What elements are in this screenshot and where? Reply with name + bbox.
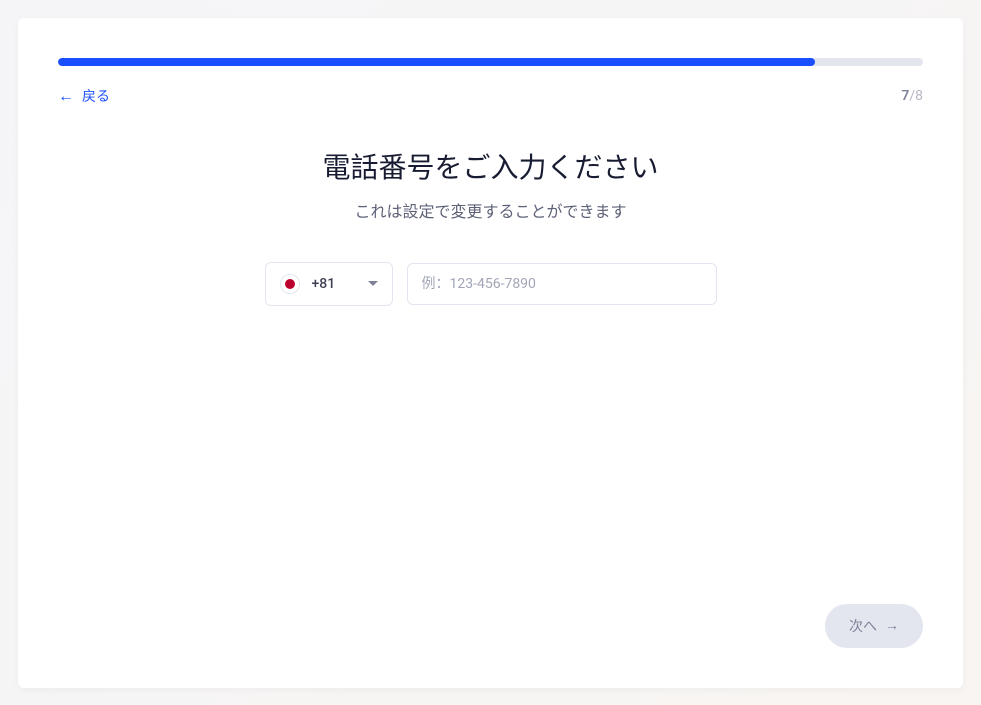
japan-flag-icon (280, 274, 300, 294)
back-button[interactable]: ← 戻る (58, 86, 110, 106)
page-title: 電話番号をご入力ください (322, 146, 658, 186)
progress-fill (58, 58, 815, 66)
page-subtitle: これは設定で変更することができます (354, 198, 626, 222)
arrow-right-icon: → (885, 617, 899, 634)
country-code-selector[interactable]: +81 (265, 262, 393, 306)
onboarding-card: ← 戻る 7/8 電話番号をご入力ください これは設定で変更することができます … (18, 18, 963, 688)
back-label: 戻る (82, 86, 110, 106)
content-area: 電話番号をご入力ください これは設定で変更することができます +81 (58, 146, 923, 306)
next-label: 次へ (849, 616, 877, 636)
header-row: ← 戻る 7/8 (58, 86, 923, 106)
step-indicator: 7/8 (901, 88, 923, 104)
chevron-down-icon (368, 281, 378, 286)
country-code-label: +81 (312, 276, 356, 292)
arrow-left-icon: ← (58, 88, 74, 104)
progress-bar (58, 58, 923, 66)
phone-number-input[interactable] (407, 263, 717, 305)
step-total: 8 (915, 88, 923, 104)
phone-input-row: +81 (265, 262, 717, 306)
next-button[interactable]: 次へ → (825, 604, 923, 648)
